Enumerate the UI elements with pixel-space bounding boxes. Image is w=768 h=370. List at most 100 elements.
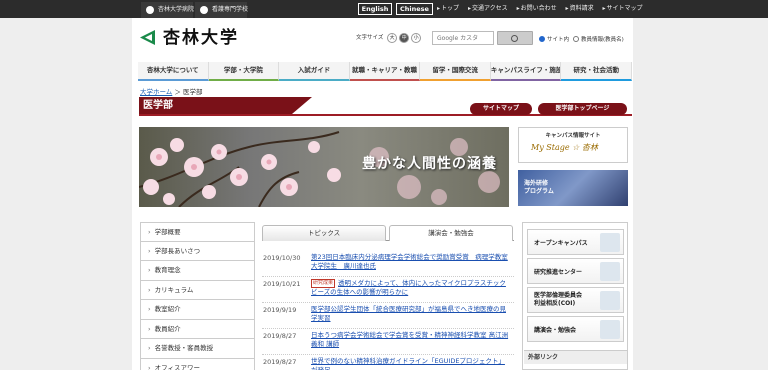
news-text: 日本うつ病学会学術総会で学会賞を受賞・精神神経科学教室 髙江洲 義和 講師 (311, 331, 509, 348)
nav-admissions[interactable]: 入試ガイド (279, 62, 350, 81)
hospital-tab[interactable]: 杏林大学病院 (141, 2, 195, 18)
campus-banner-top: キャンパス情報サイト (545, 133, 601, 139)
sidebar-item-emeritus[interactable]: 名誉教授・客員教授 (140, 339, 255, 359)
news-tabs: トピックス 講演会・勉強会 (262, 225, 514, 241)
news-link[interactable]: 世界で例のない精神科治療ガイドライン「EGUIDEプロジェクト」が発足 (311, 357, 511, 370)
sidebar-item-departments[interactable]: 教室紹介 (140, 300, 255, 320)
top-link-access[interactable]: 交通アクセス (468, 5, 508, 12)
breadcrumb-separator: ＞ (172, 88, 183, 96)
hospital-icon (146, 6, 154, 14)
overseas-program-banner[interactable]: 海外研修 プログラム (518, 170, 628, 206)
top-link-contact[interactable]: お問い合わせ (517, 5, 557, 12)
news-link[interactable]: 研究成果 透明メダカによって、体内に入ったマイクロプラスチックビーズの生体への影響… (311, 279, 511, 297)
research-badge: 研究成果 (311, 279, 336, 288)
logo-mark-icon (140, 30, 155, 45)
microscope-icon (600, 262, 620, 281)
list-item: 2019/8/27 日本うつ病学会学術総会で学会賞を受賞・精神神経科学教室 髙江… (262, 330, 514, 355)
list-item: 2019/10/30 第23回日本臨床内分泌病理学会学術総会で奨励賞受賞 病理学… (262, 252, 514, 277)
font-size-large-button[interactable]: 大 (387, 33, 398, 43)
news-link[interactable]: 日本うつ病学会学術総会で学会賞を受賞・精神神経科学教室 髙江洲 義和 講師 (311, 331, 511, 349)
sidebar-item-overview[interactable]: 学部概要 (140, 222, 255, 242)
overseas-banner-text: 海外研修 プログラム (524, 180, 554, 195)
chinese-button[interactable]: Chinese (396, 3, 433, 15)
radio-faculty[interactable]: 教員情報(教員名) (573, 35, 624, 43)
font-size-control: 文字サイズ 大中小 (356, 33, 422, 43)
top-links: トップ 交通アクセス お問い合わせ 資料請求 サイトマップ (437, 0, 650, 18)
font-size-medium-button[interactable]: 中 (399, 33, 410, 43)
radio-faculty-dot (573, 36, 579, 42)
news-text: 第23回日本臨床内分泌病理学会学術総会で奨励賞受賞 病理学教室大学院生 廣川達也… (311, 253, 508, 270)
document-icon (600, 291, 620, 310)
page-title: 医学部 (143, 100, 173, 111)
english-button[interactable]: English (358, 3, 392, 15)
main-nav: 杏林大学について 学部・大学院 入試ガイド 就職・キャリア・教職 留学・国際交流… (138, 62, 633, 81)
news-date: 2019/10/21 (263, 280, 301, 288)
list-item: 2019/9/19 医学部公認学生団体「統合医療研究部」が福島県でへき地医療の見… (262, 304, 514, 329)
news-list: 2019/10/30 第23回日本臨床内分泌病理学会学術総会で奨励賞受賞 病理学… (262, 252, 514, 370)
news-link[interactable]: 医学部公認学生団体「統合医療研究部」が福島県でへき地医療の見学実習 (311, 305, 511, 323)
list-item: 2019/8/27 世界で例のない精神科治療ガイドライン「EGUIDEプロジェク… (262, 356, 514, 370)
lectures-label: 講演会・勉強会 (534, 326, 577, 334)
sitemap-button[interactable]: サイトマップ (470, 103, 532, 115)
breadcrumb-current: 医学部 (182, 88, 203, 96)
tab-topics[interactable]: トピックス (262, 225, 386, 241)
research-center-label: 研究推進センター (534, 268, 583, 276)
logo-text: 杏林大学 (163, 28, 239, 48)
nav-career[interactable]: 就職・キャリア・教職 (349, 62, 421, 81)
open-campus-button[interactable]: オープンキャンパス (527, 229, 624, 255)
top-bar: 杏林大学病院 看護専門学校 English Chinese トップ 交通アクセス… (0, 0, 768, 18)
nav-about[interactable]: 杏林大学について (138, 62, 209, 81)
building-icon (600, 233, 620, 252)
sidebar-item-philosophy[interactable]: 教育理念 (140, 261, 255, 281)
campus-info-banner[interactable]: キャンパス情報サイト My Stage ☆ 杏林 (518, 127, 628, 163)
sidebar-menu: 学部概要 学部長あいさつ 教育理念 カリキュラム 教室紹介 教員紹介 名誉教授・… (140, 222, 255, 370)
nav-research[interactable]: 研究・社会活動 (561, 62, 633, 81)
nursing-tab-label: 看護専門学校 (212, 6, 249, 13)
sidebar-item-curriculum[interactable]: カリキュラム (140, 280, 255, 300)
ethics-committee-button[interactable]: 医学部倫理委員会 利益相反(COI) (527, 287, 624, 313)
news-date: 2019/8/27 (263, 358, 297, 366)
sidebar-item-faculty[interactable]: 教員紹介 (140, 319, 255, 339)
research-center-button[interactable]: 研究推進センター (527, 258, 624, 284)
hospital-tab-label: 杏林大学病院 (158, 6, 195, 13)
tab-lectures[interactable]: 講演会・勉強会 (389, 225, 513, 241)
hero-caption: 豊かな人間性の涵養 (362, 156, 497, 172)
right-link-box: オープンキャンパス 研究推進センター 医学部倫理委員会 利益相反(COI) 講演… (522, 222, 628, 370)
campus-banner-main: My Stage ☆ 杏林 (531, 143, 598, 152)
news-text: 透明メダカによって、体内に入ったマイクロプラスチックビーズの生体への影響が明らか… (311, 279, 506, 296)
news-text: 世界で例のない精神科治療ガイドライン「EGUIDEプロジェクト」が発足 (311, 357, 505, 370)
nursing-school-tab[interactable]: 看護専門学校 (195, 2, 249, 18)
news-date: 2019/9/19 (263, 306, 297, 314)
search-input[interactable] (432, 31, 494, 45)
book-icon (600, 320, 620, 339)
radio-site-dot (539, 36, 545, 42)
news-text: 医学部公認学生団体「統合医療研究部」が福島県でへき地医療の見学実習 (311, 305, 506, 322)
radio-site[interactable]: サイト内 (539, 35, 569, 43)
hero-image: 豊かな人間性の涵養 (139, 127, 509, 207)
list-item: 2019/10/21 研究成果 透明メダカによって、体内に入ったマイクロプラスチッ… (262, 278, 514, 303)
nav-international[interactable]: 留学・国際交流 (420, 62, 491, 81)
open-campus-label: オープンキャンパス (534, 239, 588, 247)
sidebar-item-dean-message[interactable]: 学部長あいさつ (140, 241, 255, 261)
breadcrumb-home[interactable]: 大学ホーム (140, 88, 172, 96)
news-date: 2019/8/27 (263, 332, 297, 340)
top-link-sitemap[interactable]: サイトマップ (603, 5, 643, 12)
radio-faculty-label: 教員情報(教員名) (581, 37, 624, 43)
font-size-small-button[interactable]: 小 (411, 33, 422, 43)
nav-campus-life[interactable]: キャンパスライフ・施設 (490, 62, 562, 81)
faculty-top-button[interactable]: 医学部トップページ (538, 103, 627, 115)
news-date: 2019/10/30 (263, 254, 301, 262)
search-button[interactable] (497, 31, 533, 45)
font-size-label: 文字サイズ (356, 35, 384, 41)
top-link-home[interactable]: トップ (437, 5, 459, 12)
nursing-icon (200, 6, 208, 14)
news-link[interactable]: 第23回日本臨床内分泌病理学会学術総会で奨励賞受賞 病理学教室大学院生 廣川達也… (311, 253, 511, 271)
external-links-heading: 外部リンク (524, 350, 627, 364)
radio-site-label: サイト内 (547, 37, 570, 43)
sidebar-item-office-hours[interactable]: オフィスアワー (140, 358, 255, 370)
search-icon (511, 35, 518, 42)
lectures-button[interactable]: 講演会・勉強会 (527, 316, 624, 342)
top-link-brochure[interactable]: 資料請求 (566, 5, 594, 12)
breadcrumb: 大学ホーム ＞ 医学部 (140, 86, 202, 96)
nav-faculties[interactable]: 学部・大学院 (208, 62, 280, 81)
